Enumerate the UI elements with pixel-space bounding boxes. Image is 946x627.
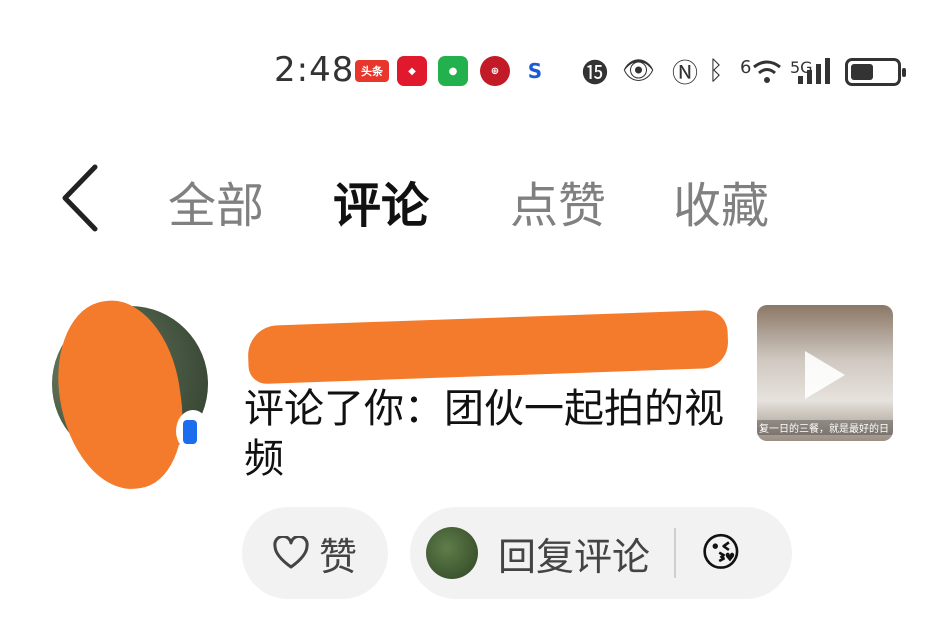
chip-divider <box>674 528 677 578</box>
s-app-icon: S <box>520 56 550 86</box>
tab-comments[interactable]: 评论 <box>333 166 429 236</box>
kiss-emoji-button[interactable]: 😘 <box>700 530 742 576</box>
bank-icon: ⊕ <box>480 56 510 86</box>
battery-icon <box>845 58 906 86</box>
tab-all[interactable]: 全部 <box>168 166 264 236</box>
heart-icon <box>273 536 309 569</box>
signal-bars-icon <box>796 54 836 88</box>
back-button[interactable] <box>55 163 115 233</box>
like-button[interactable]: 赞 <box>242 507 388 599</box>
reply-button[interactable]: 回复评论 <box>498 526 650 581</box>
wifi-icon: 6 <box>740 56 752 78</box>
wifi-signal-icon <box>752 54 782 88</box>
tab-likes[interactable]: 点赞 <box>510 166 606 236</box>
eye-icon: 👁 <box>622 56 656 86</box>
tab-favorites[interactable]: 收藏 <box>673 166 769 236</box>
reply-chip: 回复评论 😘 <box>410 507 792 599</box>
comment-text[interactable]: 评论了你：团伙一起拍的视频 <box>244 384 724 484</box>
red-app-icon: ◆ <box>397 56 427 86</box>
green-app-icon: ● <box>438 56 468 86</box>
toutiao-icon: 头条 <box>355 60 389 82</box>
hd-icon: ⓯ <box>582 58 609 89</box>
bluetooth-icon: ᛒ <box>708 56 724 86</box>
username-redaction[interactable] <box>247 309 729 385</box>
verified-badge-icon <box>183 420 197 444</box>
battery-level <box>851 64 873 80</box>
like-label: 赞 <box>318 534 357 579</box>
status-time: 2:48 <box>274 50 355 90</box>
play-icon <box>805 351 845 399</box>
reply-avatar <box>426 527 478 579</box>
video-thumbnail[interactable]: 复一日的三餐，就是最好的日 <box>757 305 893 441</box>
status-bar: 2:48 头条 ◆ ● ⊕ S ⓯ 👁 Ⓝ ᛒ 6 5G <box>0 0 946 140</box>
nfc-icon: Ⓝ <box>672 58 699 89</box>
thumbnail-caption: 复一日的三餐，就是最好的日 <box>757 420 893 435</box>
